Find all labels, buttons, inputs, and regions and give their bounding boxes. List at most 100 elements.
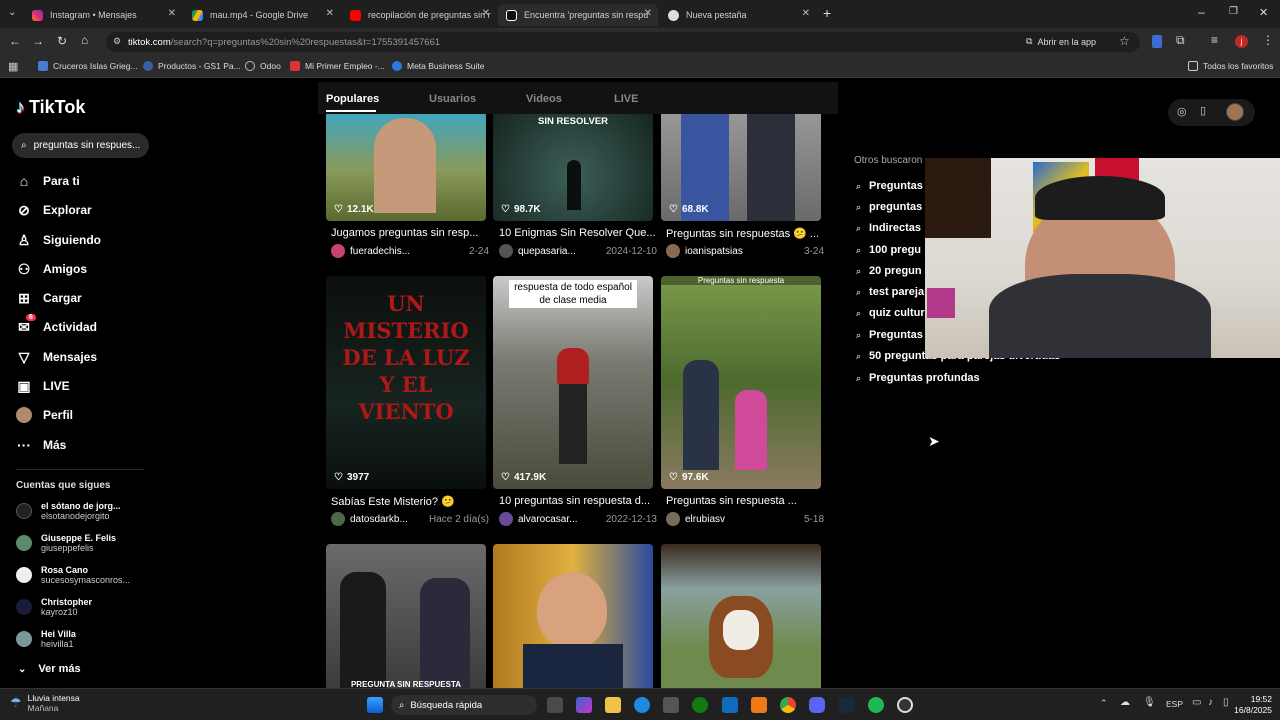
onedrive-icon[interactable]: ☁ (1120, 697, 1130, 708)
video-title[interactable]: 10 preguntas sin respuesta d... (499, 495, 659, 507)
language-indicator[interactable]: ESP (1166, 699, 1183, 709)
video-author[interactable]: fueradechis... (350, 246, 410, 257)
all-favorites[interactable]: Todos los favoritos (1188, 61, 1273, 71)
network-icon[interactable]: ▭ (1192, 697, 1201, 708)
bookmark-1[interactable]: Cruceros Islas Grieg... (38, 61, 138, 71)
discord-icon[interactable] (809, 697, 825, 713)
following-account[interactable]: Christopher kayroz10 (16, 594, 92, 620)
browser-tab-5[interactable]: Nueva pestaña ✕ (660, 4, 816, 26)
video-card[interactable] (493, 544, 653, 688)
steam-icon[interactable] (838, 697, 854, 713)
video-title[interactable]: Preguntas sin respuestas 😕 ... (666, 227, 826, 240)
nav-amigos[interactable]: ⚇ Amigos (16, 258, 87, 280)
spotify-icon[interactable] (868, 697, 884, 713)
new-tab-button[interactable]: + (823, 5, 831, 21)
nav-siguiendo[interactable]: ♙ Siguiendo (16, 229, 101, 251)
edge-icon[interactable] (634, 697, 650, 713)
site-info-icon[interactable]: ⚙ (113, 36, 121, 47)
nav-live[interactable]: ▣ LIVE (16, 375, 69, 397)
obs-icon[interactable] (897, 697, 913, 713)
video-title[interactable]: 10 Enigmas Sin Resolver Que... (499, 227, 659, 239)
avatar[interactable] (499, 512, 513, 526)
related-search[interactable]: ⌕ Preguntas (856, 329, 923, 341)
video-card[interactable]: SIN RESOLVER ♡ 98.7K (493, 114, 653, 221)
close-tab-icon[interactable]: ✕ (802, 8, 810, 19)
tray-chevron-up-icon[interactable]: ⌃ (1100, 698, 1108, 709)
forward-icon[interactable]: → (32, 34, 44, 48)
back-icon[interactable]: ← (9, 34, 21, 48)
related-search[interactable]: ⌕ Indirectas (856, 222, 921, 234)
tab-list-chevron-icon[interactable]: ⌄ (8, 7, 16, 18)
copilot-icon[interactable] (576, 697, 592, 713)
related-search[interactable]: ⌕ quiz cultur (856, 307, 925, 319)
coins-icon[interactable]: ◎ (1177, 105, 1187, 118)
microphone-icon[interactable]: 🎙 (1143, 697, 1156, 708)
following-account[interactable]: el sótano de jorg... elsotanodejorgito (16, 498, 121, 524)
related-search[interactable]: ⌕ Preguntas (856, 180, 923, 192)
weather-widget[interactable]: ☂ Lluvia intensa Mañana (10, 693, 80, 713)
browser-tab-4[interactable]: Encuentra 'preguntas sin respu ✕ (498, 4, 658, 26)
avatar[interactable] (666, 244, 680, 258)
nav-mas[interactable]: ··· Más (16, 434, 66, 456)
avatar[interactable] (331, 244, 345, 258)
open-in-app-button[interactable]: ⧉ Abrir en la app (1026, 36, 1096, 47)
video-card[interactable]: PREGUNTA SIN RESPUESTA (326, 544, 486, 688)
taskbar-search[interactable]: ⌕ Búsqueda rápida (391, 695, 537, 715)
following-account[interactable]: Giuseppe E. Felis giuseppefelis (16, 530, 116, 556)
address-bar[interactable]: ⚙ tiktok.com/search?q=preguntas%20sin%20… (106, 32, 1140, 52)
tab-usuarios[interactable]: Usuarios (429, 93, 476, 105)
extensions-puzzle-icon[interactable]: ⧉ (1176, 33, 1185, 48)
clock[interactable]: 19:52 16/8/2025 (1228, 694, 1272, 716)
browser-tab-1[interactable]: Instagram • Mensajes ✕ (24, 4, 182, 26)
tab-populares[interactable]: Populares (326, 93, 379, 105)
avatar[interactable] (666, 512, 680, 526)
video-author[interactable]: elrubiasv (685, 514, 725, 525)
video-card[interactable]: respuesta de todo español de clase media… (493, 276, 653, 489)
extension-icon[interactable] (1152, 35, 1162, 48)
close-tab-icon[interactable]: ✕ (644, 8, 652, 19)
chrome-icon[interactable] (780, 697, 796, 713)
bookmark-4[interactable]: Mi Primer Empleo -... (290, 61, 385, 71)
video-card[interactable]: UN MISTERIO DE LA LUZ Y EL VIENTO ♡ 3977 (326, 276, 486, 489)
close-window-icon[interactable]: ✕ (1259, 6, 1268, 19)
bookmark-3[interactable]: Odoo (245, 61, 281, 71)
tiktok-logo[interactable]: ♪ TikTok (16, 97, 85, 118)
store-icon[interactable] (663, 697, 679, 713)
video-card[interactable]: Preguntas sin respuesta ♡ 97.6K (661, 276, 821, 489)
home-icon[interactable]: ⌂ (81, 33, 88, 47)
search-input[interactable]: ⌕ preguntas sin respues... (12, 133, 149, 158)
restore-icon[interactable]: ❐ (1229, 6, 1238, 17)
nav-cargar[interactable]: ⊞ Cargar (16, 287, 82, 309)
close-tab-icon[interactable]: ✕ (326, 8, 334, 19)
xbox-icon[interactable] (692, 697, 708, 713)
related-search[interactable]: ⌕ preguntas (856, 201, 922, 213)
minimize-icon[interactable]: – (1198, 5, 1205, 19)
browser-tab-2[interactable]: mau.mp4 - Google Drive ✕ (184, 4, 340, 26)
app-icon[interactable] (751, 697, 767, 713)
task-view-icon[interactable] (547, 697, 563, 713)
video-author[interactable]: ioanispatsias (685, 246, 743, 257)
close-tab-icon[interactable]: ✕ (482, 8, 490, 19)
nav-actividad[interactable]: ✉ 6 Actividad (16, 314, 97, 338)
close-tab-icon[interactable]: ✕ (168, 8, 176, 19)
tab-live[interactable]: LIVE (614, 93, 638, 105)
bookmark-star-icon[interactable]: ☆ (1119, 34, 1130, 48)
tab-videos[interactable]: Videos (526, 93, 562, 105)
video-card[interactable]: ♡ 12.1K (326, 114, 486, 221)
video-author[interactable]: alvarocasar... (518, 514, 577, 525)
bookmark-5[interactable]: Meta Business Suite (392, 61, 484, 71)
avatar[interactable] (1226, 103, 1244, 121)
nav-explorar[interactable]: ⊘ Explorar (16, 199, 92, 221)
browser-tab-3[interactable]: recopilación de preguntas sin r ✕ (342, 4, 496, 26)
phone-icon[interactable]: ▯ (1200, 104, 1206, 117)
video-author[interactable]: quepasaria... (518, 246, 576, 257)
media-control-icon[interactable]: ≡ (1211, 33, 1218, 47)
see-more-button[interactable]: ⌄ Ver más (18, 663, 81, 675)
browser-menu-icon[interactable]: ⋮ (1262, 33, 1274, 47)
nav-mensajes[interactable]: ▽ Mensajes (16, 346, 97, 368)
volume-icon[interactable]: ♪ (1208, 697, 1213, 708)
following-account[interactable]: Rosa Cano sucesosymasconros... (16, 562, 130, 588)
related-search[interactable]: ⌕ Preguntas profundas (856, 372, 980, 384)
related-search[interactable]: ⌕ 100 pregu (856, 244, 921, 256)
nav-perfil[interactable]: Perfil (16, 404, 73, 426)
